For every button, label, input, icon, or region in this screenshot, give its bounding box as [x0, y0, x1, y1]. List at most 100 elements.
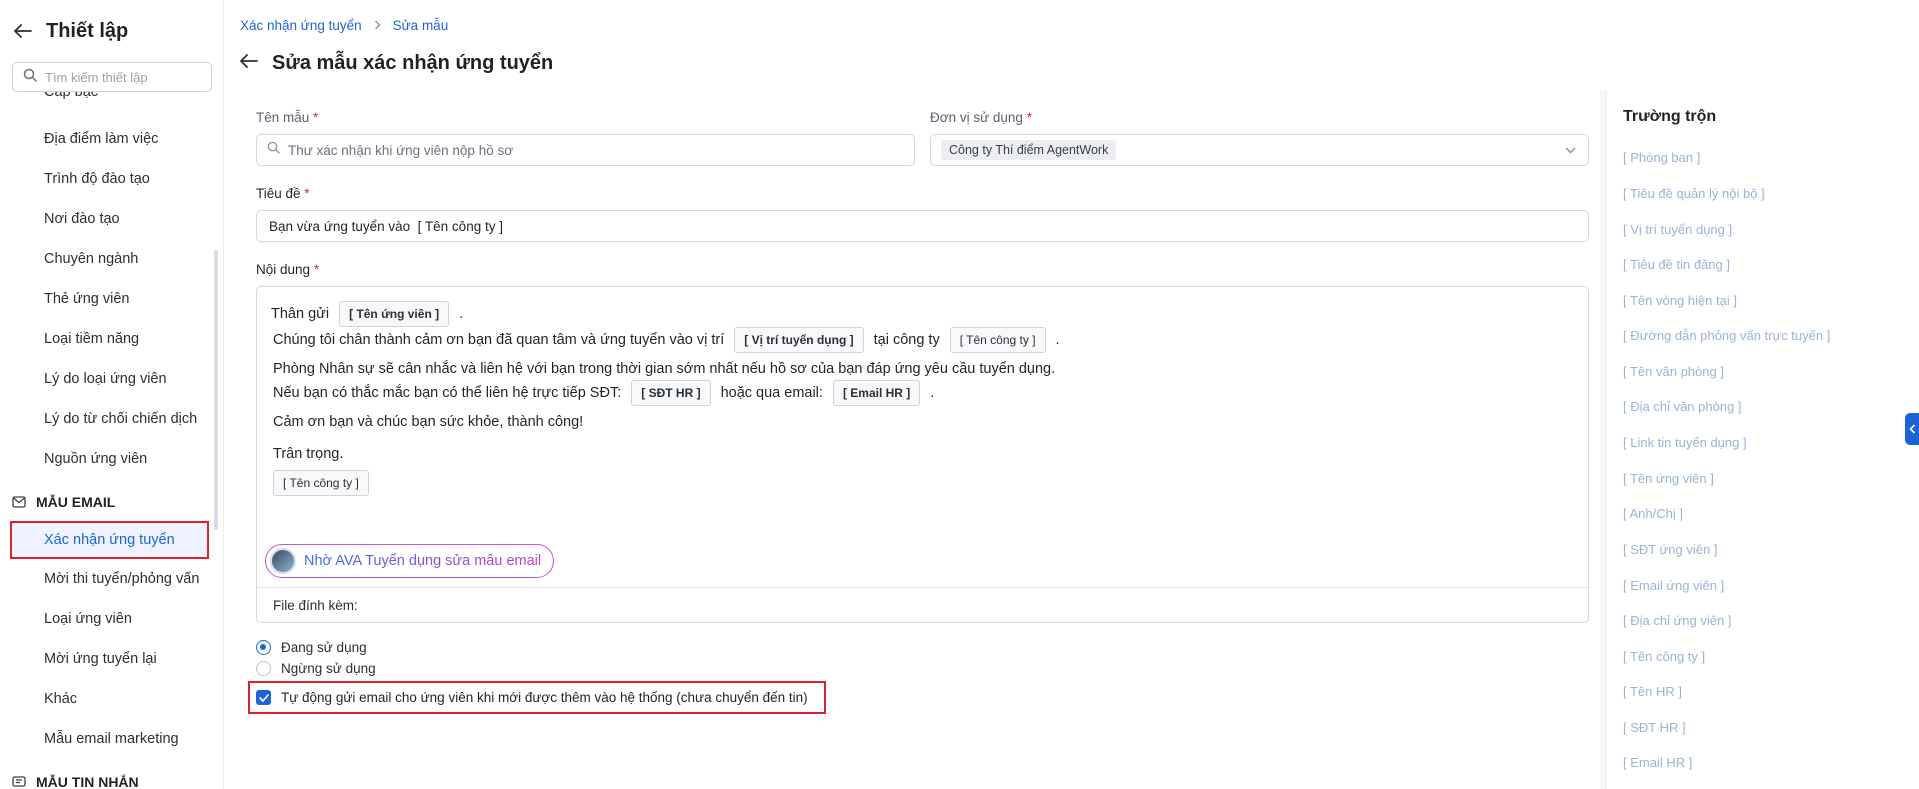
- status-inactive-option[interactable]: Ngừng sử dụng: [256, 661, 376, 676]
- merge-field-item[interactable]: [ Phòng ban ]: [1623, 150, 1700, 165]
- merge-field-item[interactable]: [ Địa chỉ ứng viên ]: [1623, 613, 1731, 628]
- sidebar-item-chuyen-nganh[interactable]: Chuyên ngành: [44, 251, 138, 267]
- merge-fields-title: Trường trộn: [1623, 108, 1717, 125]
- content-text: Nếu bạn có thắc mắc bạn có thể liên hệ t…: [273, 385, 622, 401]
- sidebar-item-dia-diem[interactable]: Địa điểm làm việc: [44, 131, 158, 147]
- subject-input[interactable]: Bạn vừa ứng tuyển vào [ Tên công ty ]: [256, 210, 1589, 242]
- merge-field-item[interactable]: [ Tên ứng viên ]: [1623, 471, 1714, 486]
- settings-sidebar: Thiết lập Cấp bậc Địa điểm làm việc Trìn…: [0, 0, 224, 789]
- subject-label: Tiêu đề *: [256, 186, 310, 201]
- merge-field-item[interactable]: [ Tên công ty ]: [1623, 649, 1705, 664]
- merge-field-item[interactable]: [ SĐT ứng viên ]: [1623, 542, 1717, 557]
- unit-chip: Công ty Thí điểm AgentWork: [941, 140, 1117, 160]
- status-active-option[interactable]: Đang sử dụng: [256, 640, 367, 655]
- sidebar-item-label: Xác nhận ứng tuyển: [44, 532, 175, 548]
- sidebar-item-ly-do-tu-choi[interactable]: Lý do từ chối chiến dịch: [44, 411, 197, 427]
- merge-field-item[interactable]: [ Tiêu đề tin đăng ]: [1623, 257, 1730, 272]
- merge-tag[interactable]: [ SĐT HR ]: [631, 380, 711, 406]
- settings-search[interactable]: [12, 62, 212, 92]
- content-line-6: Trân trọng.: [273, 446, 343, 462]
- sidebar-item-email-marketing[interactable]: Mẫu email marketing: [44, 731, 179, 747]
- content-label: Nội dung *: [256, 262, 320, 277]
- merge-field-item[interactable]: [ Vị trí tuyển dụng ]: [1623, 222, 1732, 237]
- merge-field-item[interactable]: [ Email HR ]: [1623, 755, 1692, 770]
- merge-field-item[interactable]: [ Địa chỉ văn phòng ]: [1623, 399, 1742, 414]
- sidebar-item-cap-bac[interactable]: Cấp bậc: [44, 92, 98, 100]
- content-line-4: Nếu bạn có thắc mắc bạn có thể liên hệ t…: [273, 380, 934, 406]
- unit-label: Đơn vị sử dụng *: [930, 110, 1032, 125]
- merge-tag[interactable]: [ Tên ứng viên ]: [339, 301, 450, 327]
- ai-edit-button[interactable]: Nhờ AVA Tuyển dụng sửa mẫu email: [265, 544, 555, 578]
- merge-field-item[interactable]: [ SĐT HR ]: [1623, 720, 1686, 735]
- content-text: .: [930, 385, 935, 401]
- sidebar-item-loai-ung-vien[interactable]: Loại ứng viên: [44, 611, 132, 627]
- content-text: .: [459, 306, 464, 322]
- breadcrumb-item-sua-mau[interactable]: Sửa mẫu: [393, 18, 449, 33]
- search-icon: [23, 68, 37, 87]
- template-name-field[interactable]: Thư xác nhận khi ứng viên nộp hồ sơ: [256, 134, 915, 166]
- merge-field-item[interactable]: [ Anh/Chị ]: [1623, 506, 1683, 521]
- merge-tag[interactable]: [ Vị trí tuyển dụng ]: [734, 327, 864, 353]
- collapse-panel-handle[interactable]: [1905, 413, 1919, 445]
- main-area: Tên mẫu * Thư xác nhận khi ứng viên nộp …: [240, 90, 1606, 789]
- ai-edit-label: Nhờ AVA Tuyển dụng sửa mẫu email: [304, 553, 542, 569]
- sidebar-scrollbar[interactable]: [214, 250, 218, 530]
- content-text: Phòng Nhân sự sẽ cân nhắc và liên hệ với…: [273, 361, 1056, 377]
- sidebar-item-nguon-ung-vien[interactable]: Nguồn ứng viên: [44, 451, 147, 467]
- radio-checked-icon[interactable]: [256, 640, 271, 655]
- sidebar-group-email: MẪU EMAIL: [12, 494, 115, 510]
- sidebar-item-noi-dao-tao[interactable]: Nơi đào tạo: [44, 211, 120, 227]
- merge-field-item[interactable]: [ Email ứng viên ]: [1623, 578, 1724, 593]
- page-header: Sửa mẫu xác nhận ứng tuyển: [240, 52, 553, 75]
- content-text: Cảm ơn bạn và chúc bạn sức khỏe, thành c…: [273, 414, 584, 430]
- auto-send-checkbox-row[interactable]: Tự động gửi email cho ứng viên khi mới đ…: [248, 681, 826, 714]
- sidebar-item-xac-nhan-ung-tuyen[interactable]: Xác nhận ứng tuyển: [10, 521, 209, 559]
- sidebar-item-the-ung-vien[interactable]: Thẻ ứng viên: [44, 291, 129, 307]
- settings-search-input[interactable]: [45, 69, 195, 85]
- content-text: Trân trọng.: [273, 446, 344, 462]
- unit-select[interactable]: Công ty Thí điểm AgentWork: [930, 134, 1589, 166]
- content-line-7: [ Tên công ty ]: [263, 470, 379, 496]
- content-text: Thân gửi: [271, 306, 330, 322]
- sidebar-group-email-label: MẪU EMAIL: [36, 494, 116, 510]
- merge-field-item[interactable]: [ Tên vòng hiện tại ]: [1623, 293, 1737, 308]
- sidebar-item-moi-thi-tuyen[interactable]: Mời thi tuyển/phỏng vấn: [44, 571, 199, 587]
- content-editor[interactable]: Thân gửi [ Tên ứng viên ] . Chúng tôi ch…: [256, 286, 1589, 623]
- chevron-down-icon: [1565, 141, 1576, 159]
- radio-unchecked-icon[interactable]: [256, 661, 271, 676]
- merge-tag[interactable]: [ Email HR ]: [832, 380, 921, 406]
- merge-field-item[interactable]: [ Tên văn phòng ]: [1623, 364, 1724, 379]
- template-name-input[interactable]: Thư xác nhận khi ứng viên nộp hồ sơ: [288, 143, 513, 158]
- ava-avatar: [270, 548, 296, 574]
- page-title: Sửa mẫu xác nhận ứng tuyển: [272, 52, 554, 74]
- sidebar-header: Thiết lập: [12, 18, 128, 44]
- merge-field-item[interactable]: [ Tên HR ]: [1623, 684, 1682, 699]
- merge-tag[interactable]: [ Tên công ty ]: [273, 470, 369, 496]
- sidebar-item-loai-tiem-nang[interactable]: Loại tiềm năng: [44, 331, 139, 347]
- sidebar-item-khac[interactable]: Khác: [44, 691, 77, 707]
- attachment-bar[interactable]: File đính kèm:: [257, 587, 1588, 622]
- message-icon: [12, 775, 26, 787]
- app-root: Thiết lập Cấp bậc Địa điểm làm việc Trìn…: [0, 0, 1919, 789]
- status-inactive-label: Ngừng sử dụng: [281, 661, 376, 676]
- merge-fields-panel: Trường trộn [ Phòng ban ] [ Tiêu đề quản…: [1606, 90, 1919, 789]
- breadcrumb-item-xac-nhan[interactable]: Xác nhận ứng tuyển: [240, 18, 362, 33]
- sidebar-title: Thiết lập: [46, 19, 129, 42]
- merge-field-item[interactable]: [ Tiêu đề quản lý nội bộ ]: [1623, 186, 1765, 201]
- chevron-left-icon: [1908, 424, 1915, 434]
- sidebar-group-sms-label: MẪU TIN NHẮN: [36, 774, 139, 789]
- content-line-5: Cảm ơn bạn và chúc bạn sức khỏe, thành c…: [273, 414, 583, 430]
- merge-tag[interactable]: [ Tên công ty ]: [949, 327, 1046, 353]
- sidebar-item-ly-do-loai[interactable]: Lý do loại ứng viên: [44, 371, 167, 387]
- content-line-1: Thân gửi [ Tên ứng viên ] .: [271, 301, 463, 327]
- content-line-2: Chúng tôi chân thành cảm ơn bạn đã quan …: [273, 327, 1060, 353]
- mail-icon: [12, 496, 26, 508]
- merge-field-item[interactable]: [ Link tin tuyển dụng ]: [1623, 435, 1747, 450]
- sidebar-item-moi-ung-tuyen-lai[interactable]: Mời ứng tuyển lại: [44, 651, 157, 667]
- back-arrow-icon[interactable]: [240, 54, 258, 73]
- merge-field-item[interactable]: [ Đường dẫn phỏng vấn trực tuyến ]: [1623, 328, 1830, 343]
- sidebar-item-trinh-do[interactable]: Trình độ đào tạo: [44, 171, 150, 187]
- template-name-label: Tên mẫu *: [256, 110, 319, 125]
- checkbox-checked-icon[interactable]: [256, 690, 271, 705]
- back-arrow-icon[interactable]: [12, 20, 34, 42]
